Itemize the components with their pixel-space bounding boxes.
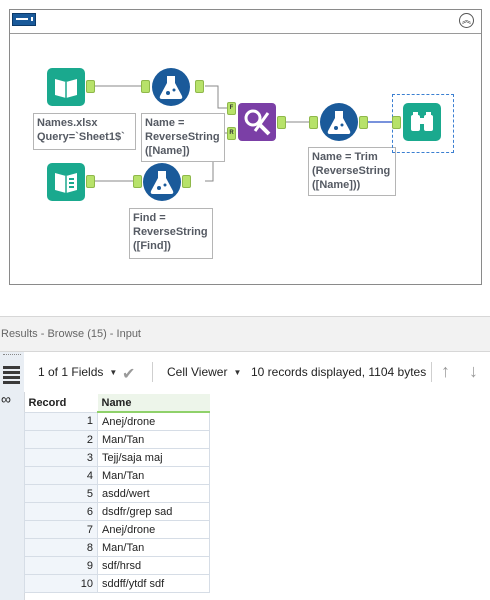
chevron-down-icon: ▼ [109,368,118,378]
container-header: ︽ [10,10,481,34]
name-cell[interactable]: Man/Tan [97,430,210,449]
input-anchor[interactable] [392,116,401,129]
table-row[interactable]: 4 Man/Tan [24,466,210,485]
table-row[interactable]: 5 asdd/wert [24,484,210,503]
grip-icon[interactable] [3,354,21,359]
results-toolbar: 1 of 1 Fields ▼ ✔ Cell Viewer ▼ 10 records… [24,352,490,392]
name-cell[interactable]: sdf/hrsd [97,556,210,575]
results-grid: Record Name 1 Anej/drone 2 Man/Tan 3 Tejj/s… [24,394,210,593]
record-cell: 4 [24,466,98,485]
results-header: Results - Browse (15) - Input [0,316,490,352]
output-anchor[interactable] [182,175,191,188]
binoculars-icon[interactable]: ∞ [1,392,23,406]
list-book-icon [55,173,77,193]
record-cell: 8 [24,538,98,557]
find-replace-tool[interactable] [238,103,276,141]
results-title: Results - Browse (15) - Input [1,328,141,340]
input-data-tool-1[interactable] [47,68,85,106]
record-cell: 5 [24,484,98,503]
name-cell[interactable]: Tejj/saja maj [97,448,210,467]
table-row[interactable]: 1 Anej/drone [24,411,210,431]
table-row[interactable]: 3 Tejj/saja maj [24,448,210,467]
name-cell[interactable]: Man/Tan [97,538,210,557]
name-cell[interactable]: sddff/ytdf sdf [97,574,210,593]
record-cell: 3 [24,448,98,467]
table-row[interactable]: 8 Man/Tan [24,538,210,557]
binoculars-icon [411,112,433,131]
output-anchor[interactable] [359,116,368,129]
name-cell[interactable]: Anej/drone [97,411,210,431]
find-replace-icon [244,109,271,136]
column-header-record[interactable]: Record [24,394,98,412]
table-row[interactable]: 7 Anej/drone [24,520,210,539]
flask-icon [159,76,183,99]
records-info: 10 records displayed, 1104 bytes [251,365,427,379]
name-cell[interactable]: Man/Tan [97,466,210,485]
collapse-icon[interactable]: ︽ [459,13,474,28]
fields-selector[interactable]: 1 of 1 Fields ▼ [38,365,117,379]
flask-icon [150,171,174,194]
checkmark-icon[interactable]: ✔ [122,364,135,384]
annotation-formula3: Name = Trim (ReverseString ([Name])) [308,147,396,196]
output-anchor[interactable] [195,80,204,93]
name-cell[interactable]: asdd/wert [97,484,210,503]
table-view-icon[interactable] [3,366,20,384]
book-icon [55,79,77,98]
input-anchor[interactable] [141,80,150,93]
table-row[interactable]: 10 sddff/ytdf sdf [24,574,210,593]
record-cell: 1 [24,411,98,431]
container-toggle-icon[interactable] [12,13,36,26]
table-row[interactable]: 9 sdf/hrsd [24,556,210,575]
arrow-down-icon[interactable]: ↓ [469,361,478,382]
record-cell: 7 [24,520,98,539]
record-cell: 9 [24,556,98,575]
table-row[interactable]: 2 Man/Tan [24,430,210,449]
output-anchor[interactable] [277,116,286,129]
replace-anchor[interactable]: R [227,127,236,140]
divider [152,362,153,382]
browse-tool[interactable] [403,103,441,141]
formula-tool-3[interactable] [320,103,358,141]
flask-icon [327,111,351,134]
column-header-name[interactable]: Name [97,394,210,413]
arrow-up-icon[interactable]: ↑ [441,361,450,382]
annotation-formula1: Name = ReverseString ([Name]) [141,113,225,162]
find-anchor[interactable]: F [227,102,236,115]
record-cell: 2 [24,430,98,449]
results-left-rail: ∞ [0,352,25,600]
formula-tool-2[interactable] [143,163,181,201]
input-data-tool-2[interactable] [47,163,85,201]
input-anchor[interactable] [309,116,318,129]
record-cell: 10 [24,574,98,593]
name-cell[interactable]: Anej/drone [97,520,210,539]
record-cell: 6 [24,502,98,521]
input-anchor[interactable] [133,175,142,188]
formula-tool-1[interactable] [152,68,190,106]
chevron-down-icon: ▼ [233,368,242,378]
cell-viewer-selector[interactable]: Cell Viewer ▼ [167,365,241,379]
output-anchor[interactable] [86,80,95,93]
annotation-formula2: Find = ReverseString ([Find]) [129,208,213,259]
table-row[interactable]: 6 dsdfr/grep sad [24,502,210,521]
output-anchor[interactable] [86,175,95,188]
divider [431,362,432,382]
name-cell[interactable]: dsdfr/grep sad [97,502,210,521]
annotation-input1: Names.xlsx Query=`Sheet1$` [33,113,136,150]
